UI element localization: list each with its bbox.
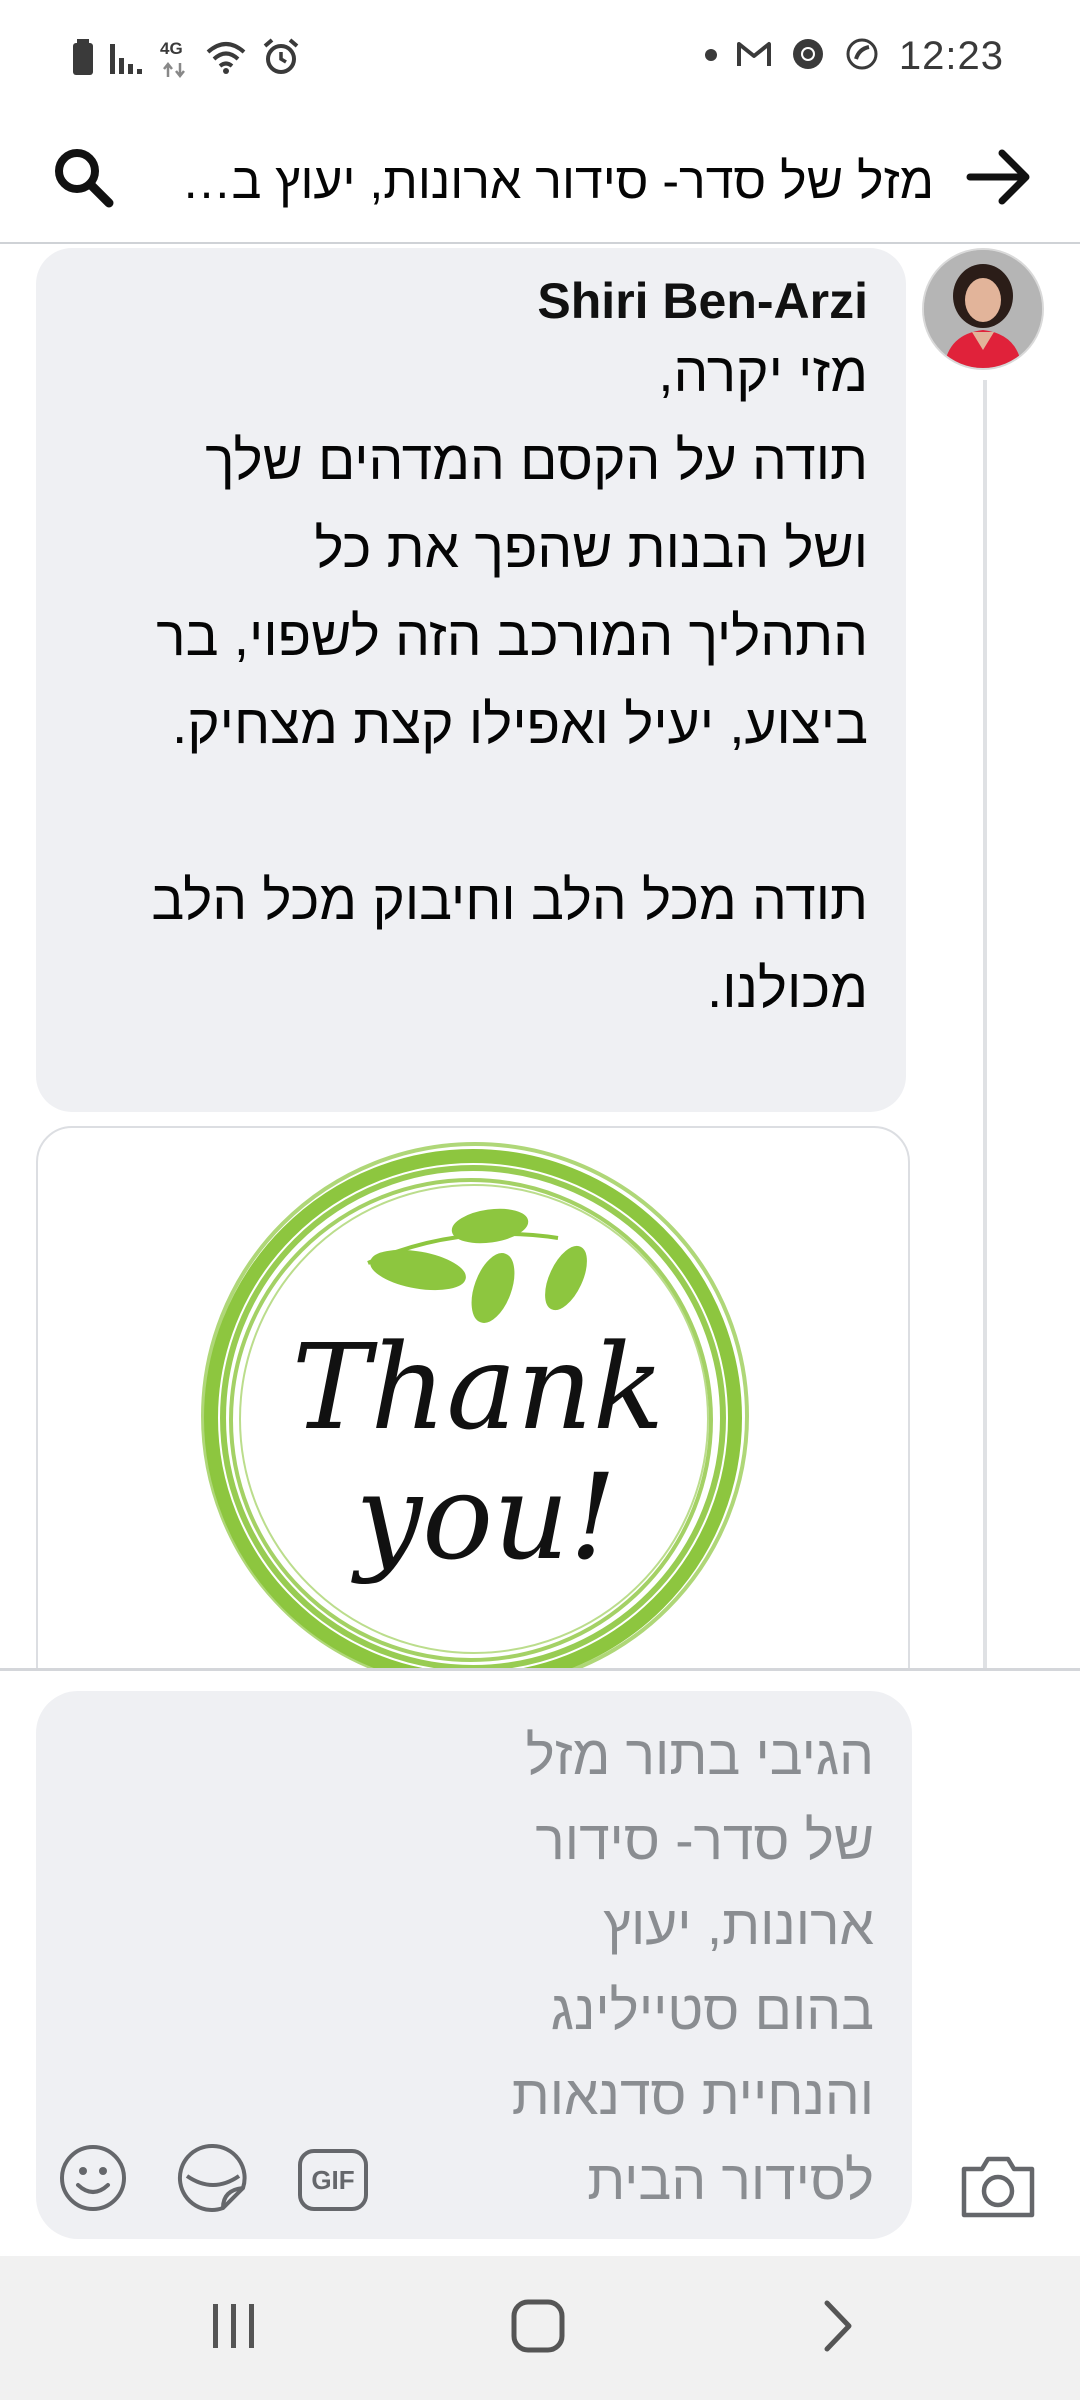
chrome-icon: [791, 37, 825, 76]
header: מזל של סדר- סידור ארונות, יעוץ בהום סטיי…: [0, 120, 1080, 244]
comment-bubble[interactable]: Shiri Ben-Arzi מזי יקרה, תודה על הקסם המ…: [36, 248, 906, 1112]
emoji-icon: [58, 2143, 128, 2218]
status-icons-right: 12:23: [704, 34, 1004, 79]
gif-button[interactable]: GIF: [296, 2143, 370, 2217]
page-title: מזל של סדר- סידור ארונות, יעוץ בהום סטיי…: [154, 153, 934, 209]
thank-text: Thank: [292, 1318, 665, 1456]
comment-thread: Shiri Ben-Arzi מזי יקרה, תודה על הקסם המ…: [0, 244, 1080, 1668]
comment-text: מזי יקרה, תודה על הקסם המדהים שלך ושל הב…: [151, 341, 868, 1019]
alarm-icon: [262, 38, 300, 81]
camera-icon: [960, 2153, 1036, 2224]
wifi-icon: [206, 40, 246, 79]
network-type-label: 4G: [160, 38, 183, 58]
signal-icon: [110, 40, 144, 79]
data-arrows-icon: 4G: [160, 38, 190, 79]
status-bar: 4G 12:23: [0, 0, 1080, 120]
home-icon: [511, 2299, 565, 2358]
gif-icon: GIF: [298, 2149, 368, 2211]
comment-input[interactable]: הגיבי בתור מזל של סדר- סידור ארונות, יעו…: [36, 1691, 912, 2239]
battery-icon: [72, 39, 94, 80]
status-time: 12:23: [898, 34, 1004, 78]
phone-icon: [845, 37, 879, 76]
status-icons-left: 4G: [72, 38, 300, 81]
composer: הגיבי בתור מזל של סדר- סידור ארונות, יעו…: [0, 1668, 1080, 2257]
system-nav-bar: [0, 2256, 1080, 2400]
recent-apps-button[interactable]: [174, 2280, 294, 2376]
comment-author[interactable]: Shiri Ben-Arzi: [66, 270, 868, 332]
search-button[interactable]: [38, 134, 128, 224]
nav-back-button[interactable]: [778, 2280, 898, 2376]
thread-connector: [983, 380, 987, 1668]
camera-button[interactable]: [956, 2146, 1040, 2230]
back-button[interactable]: [954, 134, 1044, 224]
recent-apps-icon: [209, 2302, 259, 2355]
home-button[interactable]: [478, 2280, 598, 2376]
comment-placeholder: הגיבי בתור מזל של סדר- סידור ארונות, יעו…: [511, 1724, 874, 2211]
avatar[interactable]: [922, 248, 1044, 370]
notification-dot-icon: [704, 48, 717, 66]
gif-label: GIF: [311, 2164, 355, 2195]
search-icon: [51, 145, 115, 214]
comment-image[interactable]: Thank you!: [36, 1126, 910, 1668]
sticker-button[interactable]: [176, 2143, 250, 2217]
back-icon: [821, 2299, 855, 2358]
gmail-icon: [736, 40, 771, 73]
emoji-button[interactable]: [56, 2143, 130, 2217]
you-text: you!: [350, 1448, 616, 1586]
sticker-icon: [177, 2142, 249, 2219]
arrow-right-icon: [966, 149, 1032, 210]
